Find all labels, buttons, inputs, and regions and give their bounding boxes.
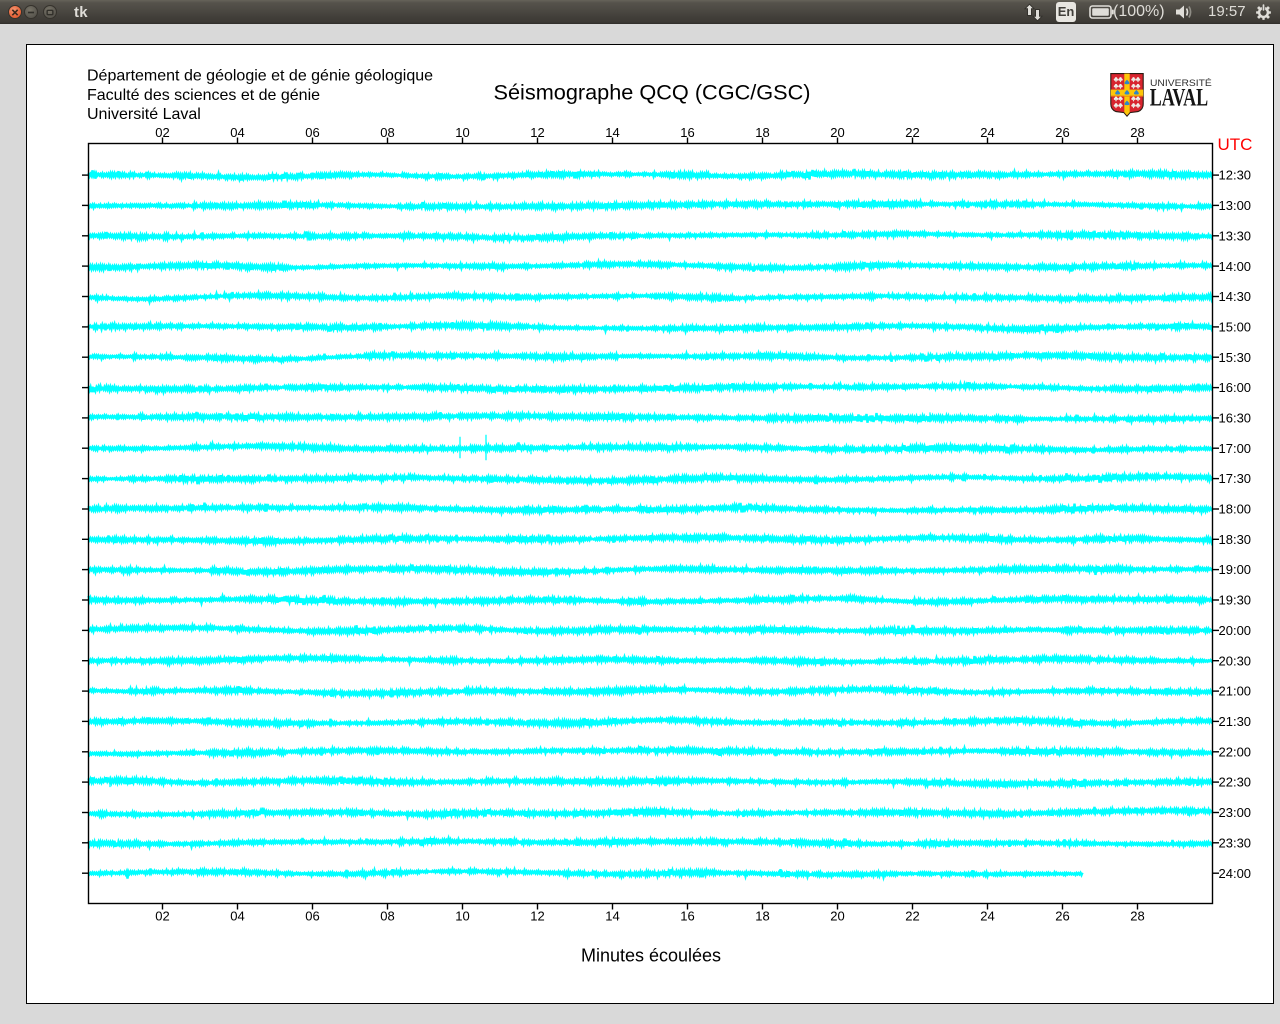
- svg-text:06: 06: [305, 125, 319, 140]
- svg-text:02: 02: [155, 125, 169, 140]
- svg-text:18:00: 18:00: [1219, 502, 1252, 517]
- svg-text:26: 26: [1055, 908, 1069, 923]
- svg-text:10: 10: [455, 908, 469, 923]
- svg-text:14: 14: [605, 125, 619, 140]
- svg-text:06: 06: [305, 908, 319, 923]
- svg-text:16:00: 16:00: [1219, 380, 1252, 395]
- svg-text:13:30: 13:30: [1219, 228, 1252, 243]
- svg-text:10: 10: [455, 125, 469, 140]
- svg-text:12:30: 12:30: [1219, 168, 1252, 183]
- svg-text:15:30: 15:30: [1219, 350, 1252, 365]
- svg-text:18: 18: [755, 908, 769, 923]
- svg-text:22: 22: [905, 908, 919, 923]
- svg-text:17:30: 17:30: [1219, 471, 1252, 486]
- svg-text:19:30: 19:30: [1219, 593, 1252, 608]
- svg-text:LAVAL: LAVAL: [1150, 85, 1209, 112]
- svg-text:24:00: 24:00: [1219, 866, 1252, 881]
- svg-text:12: 12: [530, 125, 544, 140]
- svg-text:13:00: 13:00: [1219, 198, 1252, 213]
- svg-text:20: 20: [830, 125, 844, 140]
- svg-text:04: 04: [230, 125, 244, 140]
- svg-text:14: 14: [605, 908, 619, 923]
- svg-text:22: 22: [905, 125, 919, 140]
- svg-text:Minutes écoulées: Minutes écoulées: [581, 946, 721, 966]
- svg-text:02: 02: [155, 908, 169, 923]
- svg-text:16:30: 16:30: [1219, 411, 1252, 426]
- svg-text:Université Laval: Université Laval: [87, 106, 201, 123]
- svg-text:20: 20: [830, 908, 844, 923]
- svg-text:19:00: 19:00: [1219, 562, 1252, 577]
- svg-text:21:30: 21:30: [1219, 714, 1252, 729]
- svg-text:18: 18: [755, 125, 769, 140]
- svg-text:28: 28: [1130, 125, 1144, 140]
- svg-text:17:00: 17:00: [1219, 441, 1252, 456]
- svg-text:24: 24: [980, 908, 994, 923]
- svg-text:16: 16: [680, 908, 694, 923]
- svg-text:15:00: 15:00: [1219, 320, 1252, 335]
- svg-text:22:00: 22:00: [1219, 744, 1252, 759]
- svg-text:08: 08: [380, 908, 394, 923]
- svg-text:08: 08: [380, 125, 394, 140]
- svg-text:Département de géologie et de: Département de géologie et de génie géol…: [87, 68, 433, 85]
- svg-text:26: 26: [1055, 125, 1069, 140]
- svg-text:14:00: 14:00: [1219, 259, 1252, 274]
- svg-text:23:00: 23:00: [1219, 805, 1252, 820]
- svg-text:24: 24: [980, 125, 994, 140]
- svg-text:16: 16: [680, 125, 694, 140]
- svg-text:14:30: 14:30: [1219, 289, 1252, 304]
- svg-text:23:30: 23:30: [1219, 835, 1252, 850]
- svg-text:12: 12: [530, 908, 544, 923]
- svg-text:22:30: 22:30: [1219, 775, 1252, 790]
- svg-text:Séismographe QCQ (CGC/GSC): Séismographe QCQ (CGC/GSC): [494, 80, 811, 105]
- svg-text:28: 28: [1130, 908, 1144, 923]
- svg-text:Faculté des sciences et de gén: Faculté des sciences et de génie: [87, 87, 320, 104]
- svg-text:20:00: 20:00: [1219, 623, 1252, 638]
- svg-text:04: 04: [230, 908, 244, 923]
- svg-text:20:30: 20:30: [1219, 653, 1252, 668]
- svg-text:18:30: 18:30: [1219, 532, 1252, 547]
- svg-text:UTC: UTC: [1218, 135, 1253, 154]
- svg-text:21:00: 21:00: [1219, 684, 1252, 699]
